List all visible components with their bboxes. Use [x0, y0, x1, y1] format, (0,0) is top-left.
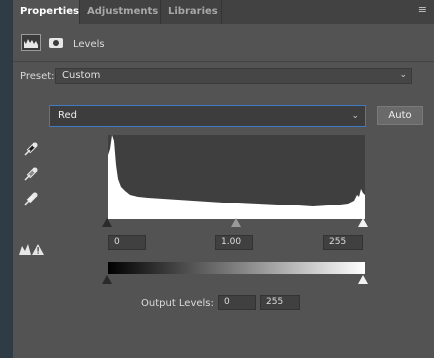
- output-black-field[interactable]: 0: [218, 295, 256, 310]
- input-black-slider[interactable]: [102, 218, 112, 227]
- dock-edge: [0, 0, 13, 358]
- output-white-slider[interactable]: [358, 275, 368, 284]
- tab-bar: Properties Adjustments Libraries ≡: [13, 0, 434, 24]
- header-divider: [13, 61, 434, 62]
- tab-adjustments[interactable]: Adjustments: [80, 0, 160, 24]
- output-white-field[interactable]: 255: [260, 295, 300, 310]
- eyedropper-white-icon[interactable]: [22, 190, 40, 208]
- channel-dropdown[interactable]: Red ⌄: [49, 105, 366, 127]
- tab-libraries[interactable]: Libraries: [161, 0, 221, 24]
- clipping-warning-icon[interactable]: [18, 242, 44, 256]
- auto-button[interactable]: Auto: [377, 106, 423, 125]
- preset-dropdown[interactable]: Custom ⌄: [55, 68, 412, 84]
- input-black-field[interactable]: 0: [108, 235, 146, 250]
- input-gamma-field[interactable]: 1.00: [215, 235, 253, 250]
- tab-properties[interactable]: Properties: [13, 0, 79, 24]
- histogram: [108, 135, 365, 219]
- eyedropper-gray-icon[interactable]: [22, 165, 40, 183]
- chevron-down-icon: ⌄: [351, 111, 359, 121]
- input-white-slider[interactable]: [358, 218, 368, 227]
- histogram-graph: [108, 135, 365, 219]
- histogram-icon-glyph: [24, 39, 38, 48]
- tab-separator: [221, 0, 222, 24]
- input-gamma-slider[interactable]: [231, 218, 241, 227]
- adjustment-title: Levels: [73, 39, 105, 50]
- output-gradient-bar: [108, 262, 365, 274]
- output-black-slider[interactable]: [102, 275, 112, 284]
- panel-menu-icon[interactable]: ≡: [418, 3, 427, 16]
- output-levels-label: Output Levels:: [141, 298, 214, 309]
- channel-value: Red: [58, 110, 77, 121]
- eyedropper-black-icon[interactable]: [22, 140, 40, 158]
- preset-value: Custom: [62, 70, 101, 81]
- chevron-down-icon: ⌄: [399, 70, 407, 80]
- input-white-field[interactable]: 255: [323, 235, 363, 250]
- properties-panel: Properties Adjustments Libraries ≡ Level…: [13, 0, 434, 358]
- mask-icon[interactable]: [49, 38, 63, 48]
- histogram-icon[interactable]: [21, 34, 41, 51]
- preset-label: Preset:: [20, 71, 55, 82]
